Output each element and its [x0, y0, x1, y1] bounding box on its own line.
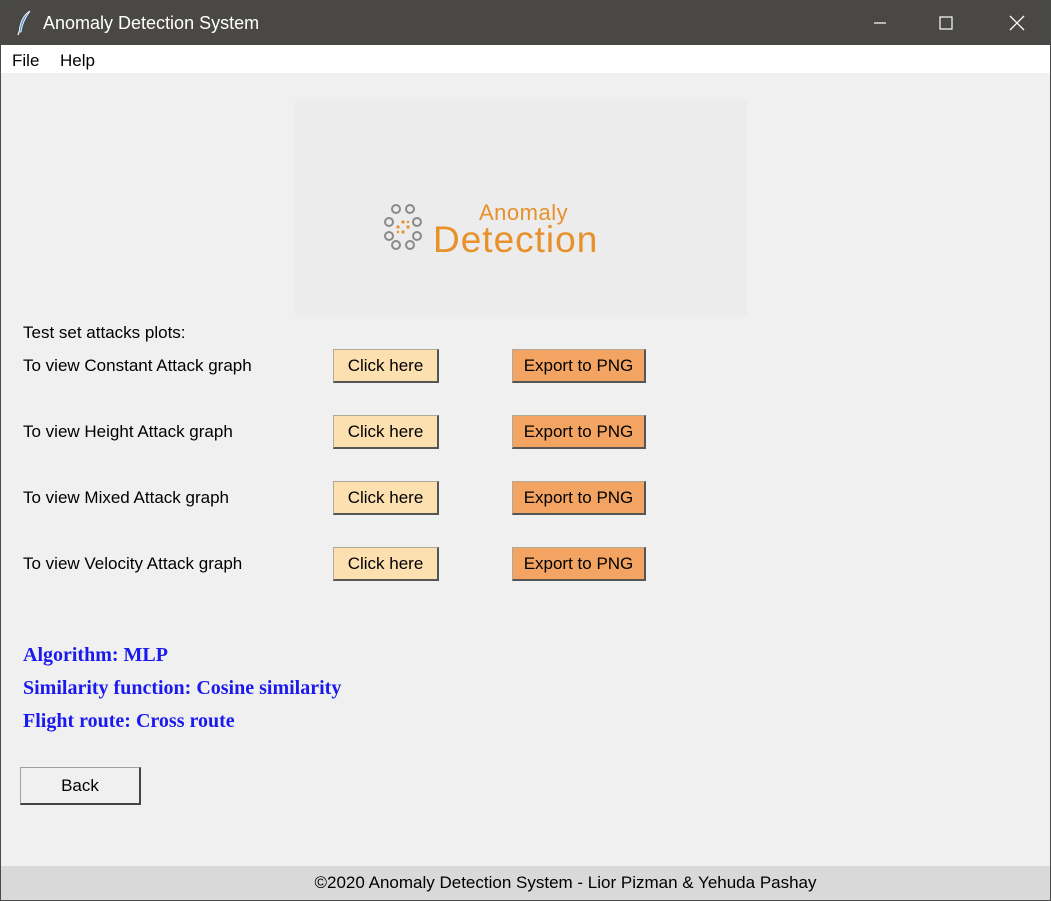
status-bar: ©2020 Anomaly Detection System - Lior Pi… [1, 866, 1050, 900]
title-bar: Anomaly Detection System [1, 1, 1050, 45]
view-height-button[interactable]: Click here [333, 415, 439, 449]
attack-label-velocity: To view Velocity Attack graph [23, 554, 243, 573]
export-height-button[interactable]: Export to PNG [512, 415, 646, 449]
algorithm-info: Algorithm: MLP [23, 644, 168, 666]
menu-bar: File Help [1, 45, 1050, 73]
app-window: Anomaly Detection System File Help Anoma… [0, 0, 1051, 901]
route-info: Flight route: Cross route [23, 710, 235, 732]
minimize-button[interactable] [844, 1, 916, 45]
logo-dots-icon [384, 204, 422, 250]
view-mixed-button[interactable]: Click here [333, 481, 439, 515]
attack-label-height: To view Height Attack graph [23, 422, 233, 441]
view-velocity-button[interactable]: Click here [333, 547, 439, 581]
back-button[interactable]: Back [20, 767, 141, 805]
attack-label-constant: To view Constant Attack graph [23, 356, 252, 375]
logo: Anomaly Detection [295, 99, 747, 317]
section-title: Test set attacks plots: [23, 323, 186, 342]
view-constant-button[interactable]: Click here [333, 349, 439, 383]
export-mixed-button[interactable]: Export to PNG [512, 481, 646, 515]
maximize-button[interactable] [910, 1, 982, 45]
similarity-info: Similarity function: Cosine similarity [23, 677, 342, 699]
feather-icon [15, 10, 35, 36]
window-title: Anomaly Detection System [43, 13, 260, 33]
menu-file[interactable]: File [12, 51, 39, 71]
close-icon [1009, 15, 1025, 31]
minimize-icon [874, 22, 886, 24]
export-constant-button[interactable]: Export to PNG [512, 349, 646, 383]
logo-big-text: Detection [433, 219, 599, 260]
maximize-icon [939, 16, 953, 30]
attack-label-mixed: To view Mixed Attack graph [23, 488, 229, 507]
export-velocity-button[interactable]: Export to PNG [512, 547, 646, 581]
footer-text: ©2020 Anomaly Detection System - Lior Pi… [314, 873, 817, 892]
menu-help[interactable]: Help [60, 51, 95, 71]
close-button[interactable] [981, 1, 1051, 45]
